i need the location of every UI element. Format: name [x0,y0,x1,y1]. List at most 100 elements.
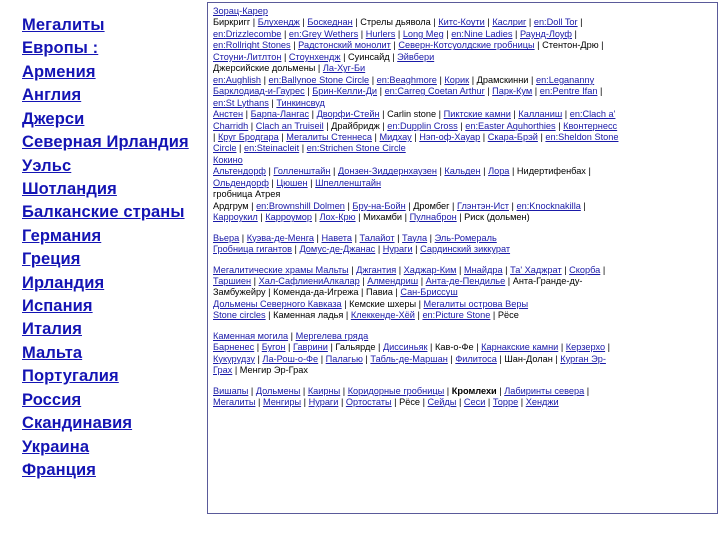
sidebar-item-2[interactable]: Армения [22,61,200,84]
megalith-link[interactable]: Таршиен [213,276,251,286]
megalith-link[interactable]: Нэп-оф-Хауар [419,132,480,142]
megalith-link[interactable]: Кокино [213,155,243,165]
megalith-link[interactable]: en:Grey Wethers [289,29,358,39]
megalith-link[interactable]: Хенджи [526,397,559,407]
megalith-link[interactable]: en:Legananny [536,75,594,85]
megalith-link[interactable]: en:Brownshill Dolmen [256,201,345,211]
megalith-link[interactable]: en:St Lythans [213,98,269,108]
megalith-link[interactable]: Каирны [308,386,340,396]
megalith-link[interactable]: Брин-Келли-Ди [312,86,377,96]
sidebar-item-1[interactable]: Европы : [22,37,200,60]
megalith-link[interactable]: Грах [213,365,232,375]
sidebar-item-3[interactable]: Англия [22,84,200,107]
megalith-link[interactable]: Стоунхендж [289,52,341,62]
megalith-link[interactable]: Куэва-де-Менга [247,233,314,243]
megalith-link[interactable]: Домус-де-Джанас [299,244,375,254]
megalith-link[interactable]: Кальден [444,166,480,176]
megalith-link[interactable]: Мнайдра [464,265,503,275]
megalith-link[interactable]: en:Pentre Ifan [540,86,598,96]
megalith-link[interactable]: Circle [213,143,236,153]
megalith-link[interactable]: Эйвбери [397,52,434,62]
megalith-link[interactable]: Каменная могила [213,331,288,341]
megalith-link[interactable]: Сан-Бриссуш [400,287,457,297]
megalith-link[interactable]: Скара-Брэй [488,132,538,142]
megalith-link[interactable]: Лох-Крю [320,212,356,222]
megalith-link[interactable]: Дворфи-Стейн [317,109,380,119]
megalith-link[interactable]: Мегалиты острова Веры [424,299,529,309]
megalith-link[interactable]: Глэнтэн-Ист [457,201,509,211]
megalith-link[interactable]: Мегалиты [213,397,255,407]
megalith-link[interactable]: Эль-Ромераль [435,233,497,243]
sidebar-item-15[interactable]: Португалия [22,365,200,388]
megalith-link[interactable]: Бугон [262,342,286,352]
megalith-link[interactable]: Таула [402,233,427,243]
megalith-link[interactable]: Анстен [213,109,243,119]
megalith-link[interactable]: Торре [493,397,518,407]
megalith-link[interactable]: Филитоса [455,354,497,364]
sidebar-item-0[interactable]: Мегалиты [22,14,200,37]
sidebar-item-18[interactable]: Украина [22,436,200,459]
megalith-link[interactable]: Бру-на-Бойн [352,201,405,211]
megalith-link[interactable]: Вишапы [213,386,248,396]
megalith-link[interactable]: Мегалитические храмы Мальты [213,265,349,275]
megalith-link[interactable]: Хал-СафлиениАлкалар [259,276,360,286]
megalith-link[interactable]: Шпелленштайн [315,178,381,188]
sidebar-item-11[interactable]: Ирландия [22,272,200,295]
megalith-link[interactable]: Боскеднан [307,17,352,27]
megalith-link[interactable]: Коридорные гробницы [348,386,445,396]
megalith-link[interactable]: Северн-Котсуолдские гробницы [398,40,534,50]
megalith-link[interactable]: en:Aughlish [213,75,261,85]
megalith-link[interactable]: Парк-Кум [492,86,532,96]
sidebar-item-10[interactable]: Греция [22,248,200,271]
megalith-link[interactable]: Барпа-Лангас [251,109,309,119]
megalith-link[interactable]: Цюшен [276,178,307,188]
sidebar-item-4[interactable]: Джерси [22,108,200,131]
megalith-link[interactable]: Альтендорф [213,166,266,176]
megalith-link[interactable]: Hurlers [366,29,396,39]
megalith-link[interactable]: en:Clach a' [570,109,616,119]
megalith-link[interactable]: en:Drizzlecombe [213,29,281,39]
megalith-link[interactable]: en:Strichen Stone Circle [307,143,406,153]
megalith-link[interactable]: Диссиньяк [383,342,428,352]
megalith-link[interactable]: Сеси [464,397,485,407]
megalith-link[interactable]: Стоуни-Литлтон [213,52,281,62]
megalith-link[interactable]: en:Easter Aquhorthies [465,121,555,131]
sidebar-item-9[interactable]: Германия [22,225,200,248]
megalith-link[interactable]: Радстонский монолит [298,40,391,50]
megalith-link[interactable]: Блухендж [258,17,300,27]
sidebar-item-17[interactable]: Скандинавия [22,412,200,435]
megalith-link[interactable]: Хаджар-Ким [404,265,457,275]
megalith-link[interactable]: Гробница гигантов [213,244,292,254]
megalith-link[interactable]: Кукурудзу [213,354,255,364]
megalith-link[interactable]: Калланиш [518,109,562,119]
megalith-link[interactable]: en:Ballynoe Stone Circle [269,75,370,85]
megalith-link[interactable]: en:Nine Ladies [451,29,512,39]
megalith-link[interactable]: Каслриг [492,17,526,27]
megalith-link[interactable]: Карроукил [213,212,258,222]
megalith-link[interactable]: en:Doll Tor [534,17,578,27]
megalith-link[interactable]: Charridh [213,121,248,131]
megalith-link[interactable]: Барклодиад-и-Гаурес [213,86,305,96]
megalith-link[interactable]: Вьера [213,233,239,243]
megalith-link[interactable]: Гаврини [293,342,328,352]
megalith-link[interactable]: Нураги [309,397,339,407]
megalith-link[interactable]: Талайот [360,233,395,243]
sidebar-item-12[interactable]: Испания [22,295,200,318]
megalith-link[interactable]: en:Knocknakilla [517,201,581,211]
megalith-link[interactable]: en:Steinacleit [244,143,299,153]
sidebar-item-19[interactable]: Франция [22,459,200,482]
megalith-link[interactable]: Сейды [428,397,457,407]
megalith-link[interactable]: Квонтернесс [563,121,617,131]
sidebar-item-14[interactable]: Мальта [22,342,200,365]
sidebar-item-6[interactable]: Уэльс [22,155,200,178]
megalith-link[interactable]: Ла-Хуг-Би [323,63,365,73]
megalith-link[interactable]: Табль-де-Маршан [370,354,447,364]
megalith-link[interactable]: Мегалиты Стеннеса [286,132,372,142]
megalith-link[interactable]: Пиктские камни [444,109,511,119]
megalith-link[interactable]: Китс-Коути [438,17,485,27]
megalith-link[interactable]: Клеккенде-Хёй [351,310,415,320]
megalith-link[interactable]: Барненес [213,342,254,352]
megalith-link[interactable]: Stone circles [213,310,266,320]
megalith-link[interactable]: Мергелева гряда [296,331,369,341]
megalith-link[interactable]: Тинкинсвуд [276,98,325,108]
